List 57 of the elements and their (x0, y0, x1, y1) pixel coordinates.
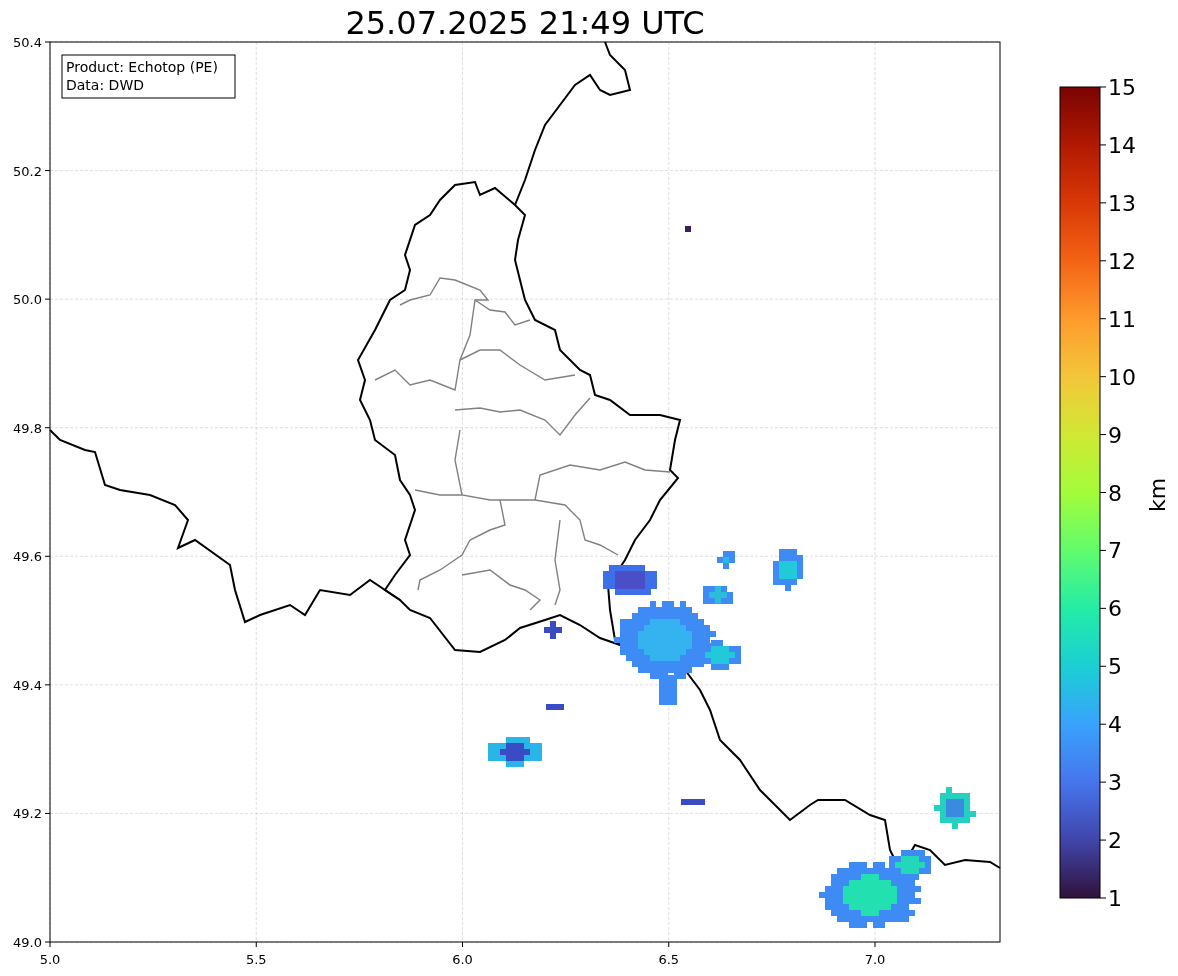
tick-mark (462, 941, 463, 948)
tick-mark (1099, 202, 1107, 204)
colorbar-tick-label: 11 (1108, 306, 1136, 332)
tick-mark (1099, 144, 1107, 146)
tick-mark (1099, 492, 1107, 493)
tick-mark (44, 555, 51, 557)
tick-mark (1099, 839, 1107, 841)
tick-mark (1099, 723, 1107, 725)
colorbar-tick-label: 10 (1108, 364, 1136, 390)
info-text: Product: Echotop (PE) Data: DWD (66, 59, 218, 93)
tick-mark (44, 41, 51, 43)
colorbar-tick-label: 4 (1108, 712, 1122, 738)
tick-mark (1099, 260, 1107, 262)
y-tick-label: 49.6 (13, 549, 42, 565)
colorbar-tick-label: 8 (1108, 480, 1122, 506)
x-tick-label: 5.5 (245, 952, 267, 967)
colorbar-tick-label: 1 (1108, 886, 1122, 911)
tick-mark (44, 170, 51, 172)
plot-title: 25.07.2025 21:49 UTC (345, 4, 705, 42)
tick-mark (1099, 86, 1107, 88)
x-tick-label: 6.5 (658, 952, 680, 967)
y-tick-label: 49.4 (13, 677, 42, 693)
colorbar-tick-label: 5 (1108, 654, 1122, 680)
tick-mark (44, 812, 51, 814)
colorbar-tick-label: 2 (1108, 828, 1122, 854)
y-tick-label: 49.0 (13, 935, 42, 950)
tick-mark (1099, 607, 1107, 609)
colorbar-label: km (1145, 477, 1170, 513)
tick-mark (1099, 376, 1107, 378)
tick-mark (668, 941, 670, 948)
colorbar-tick-label: 9 (1108, 422, 1122, 448)
x-tick-label: 5.0 (39, 952, 61, 967)
y-tick-label: 50.4 (13, 35, 42, 50)
tick-mark (1099, 665, 1107, 667)
colorbar-tick-label: 13 (1108, 190, 1136, 216)
y-tick-label: 50.2 (13, 163, 42, 179)
x-tick-label: 7.0 (864, 952, 886, 967)
tick-mark (44, 298, 51, 300)
tick-mark (1099, 318, 1107, 320)
y-tick-label: 49.8 (13, 420, 42, 436)
x-tick-label: 6.0 (452, 952, 473, 967)
tick-mark (44, 684, 51, 686)
tick-mark (1099, 434, 1107, 436)
colorbar-tick-label: 15 (1108, 75, 1136, 100)
colorbar-tick-label: 3 (1108, 770, 1122, 796)
colorbar-tick-label: 7 (1108, 538, 1122, 564)
colorbar-tick-label: 12 (1108, 248, 1136, 274)
tick-mark (255, 941, 257, 948)
tick-mark (1099, 781, 1107, 783)
colorbar-tick-label: 14 (1108, 132, 1136, 158)
tick-mark (1099, 549, 1107, 551)
tick-mark (44, 427, 51, 429)
colorbar-tick-label: 6 (1108, 596, 1122, 622)
y-tick-label: 50.0 (13, 292, 42, 308)
tick-mark (874, 941, 876, 948)
tick-mark (1099, 897, 1107, 899)
y-tick-label: 49.2 (13, 806, 42, 822)
